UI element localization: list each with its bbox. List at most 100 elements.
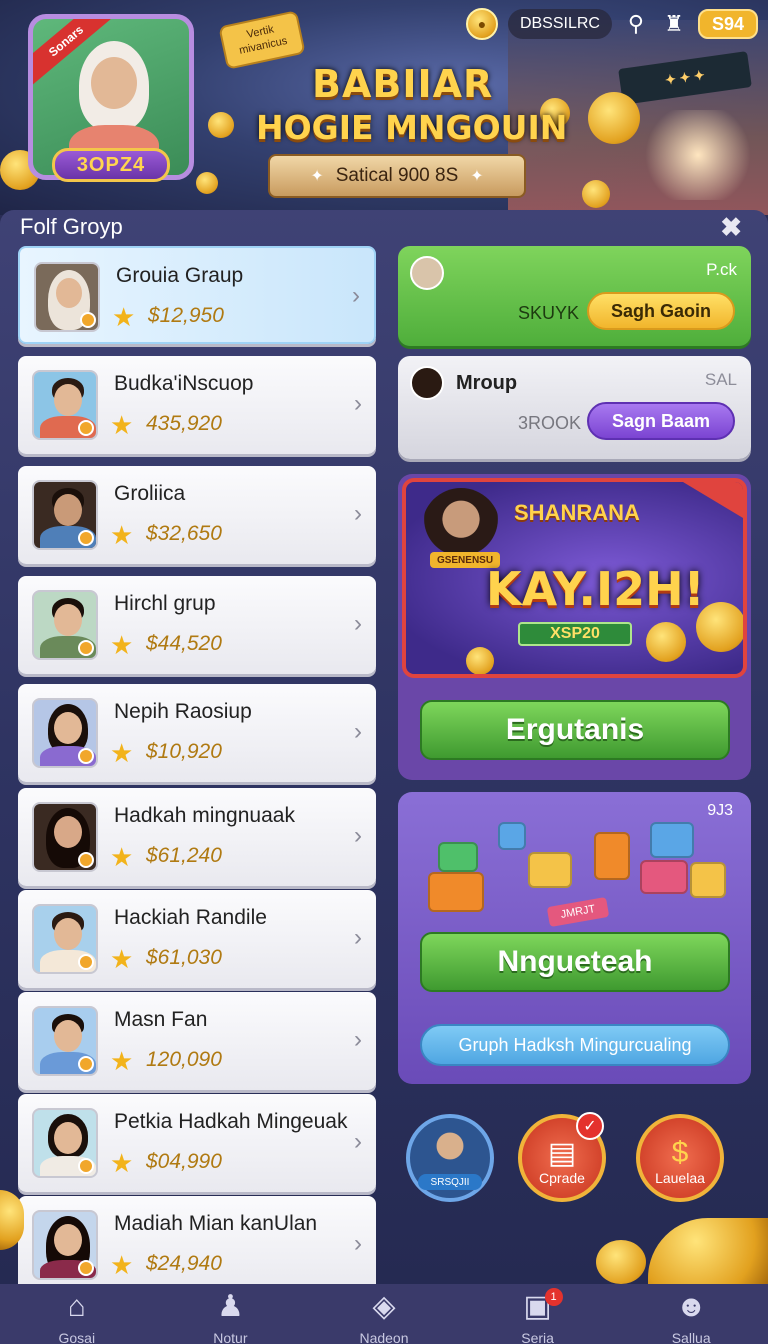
trophy-icon[interactable]: ♜ (660, 10, 688, 38)
coin-decoration (646, 622, 686, 662)
nav-item-seria[interactable]: ▣ 1 Seria (483, 1288, 593, 1344)
lauelaa-circle-button[interactable]: $ Lauelaa (636, 1114, 724, 1202)
group-avatar (32, 904, 98, 974)
sagh-gaoin-button[interactable]: Sagh Gaoin (587, 292, 735, 330)
star-icon: ★ (110, 738, 134, 768)
close-icon[interactable]: ✖ (720, 212, 742, 243)
avatar (410, 366, 444, 400)
group-row[interactable]: Hackiah Randile ★ $61,030 › (18, 890, 376, 988)
group-amount: $61,030 (146, 946, 222, 969)
search-icon[interactable]: ⚲ (622, 10, 650, 38)
chevron-right-icon: › (354, 610, 362, 637)
home-icon: ⌂ (67, 1290, 86, 1323)
group-amount: $32,650 (146, 522, 222, 545)
card-sub-label: 3ROOK (518, 413, 582, 433)
group-amount: $44,520 (146, 632, 222, 655)
circle-label: Cprade (539, 1170, 585, 1186)
group-avatar (32, 590, 98, 660)
group-amount: $04,990 (146, 1150, 222, 1173)
promo-art[interactable]: GSENENSU SHANRANA KAY.I2H! XSP20 (402, 478, 747, 678)
group-amount: $12,950 (148, 304, 224, 327)
star-icon: ★ (110, 1046, 134, 1076)
group-amount: $24,940 (146, 1252, 222, 1275)
tag-note: Vertik mivanicus (218, 10, 306, 70)
star-icon: ★ (110, 944, 134, 974)
coin-icon[interactable]: ● (465, 8, 498, 40)
coin-decoration (696, 602, 743, 652)
puzzle-block-label: JMRJT (546, 896, 610, 928)
star-icon: ★ (110, 1250, 134, 1280)
group-row[interactable]: Hirchl grup ★ $44,520 › (18, 576, 376, 674)
group-avatar (32, 698, 98, 768)
star-icon: ★ (110, 842, 134, 872)
title-banner: ✦ Satical 900 8S ✦ (268, 154, 526, 198)
circle-label: SRSQJII (418, 1174, 482, 1190)
group-name: Hirchl grup (114, 592, 216, 615)
promo-big-text: KAY.I2H! (486, 562, 705, 616)
notification-badge: 1 (544, 1288, 563, 1306)
group-name: Masn Fan (114, 1008, 208, 1031)
group-name: Madiah Mian kanUlan (114, 1212, 318, 1235)
chevron-right-icon: › (354, 500, 362, 527)
group-avatar (32, 370, 98, 440)
coin-decoration (196, 172, 218, 194)
coin-decoration (648, 1218, 768, 1284)
group-row[interactable]: Budka'iNscuop ★ 435,920 › (18, 356, 376, 454)
grey-offer-card[interactable]: Mroup SAL 3ROOK Sagn Baam (398, 356, 751, 459)
chart-icon: ▣ (523, 1290, 552, 1323)
group-row[interactable]: Madiah Mian kanUlan ★ $24,940 › (18, 1196, 376, 1294)
green-offer-card[interactable]: P.ck SKUYK Sagh Gaoin (398, 246, 751, 346)
sparkle-icon: ✦ (470, 168, 484, 185)
group-row[interactable]: Nepih Raosiup ★ $10,920 › (18, 684, 376, 782)
banner-text: Satical 900 8S (335, 165, 459, 186)
bottom-nav: ⌂ Gosai ♟ Notur ◈ Nadeon ▣ 1 Seria ☻ Sal… (0, 1284, 768, 1344)
chevron-right-icon: › (352, 282, 360, 309)
promo-code: XSP20 (518, 622, 632, 646)
card-name: Mroup (456, 372, 518, 394)
coin-icon: $ (671, 1136, 689, 1169)
group-row[interactable]: Grouia Graup ★ $12,950 › (18, 246, 376, 344)
nngueteah-button[interactable]: Nngueteah (420, 932, 730, 992)
coin-decoration (466, 647, 494, 674)
card-sub-label: SKUYK (518, 303, 580, 323)
group-row[interactable]: Masn Fan ★ 120,090 › (18, 992, 376, 1090)
group-name: Hackiah Randile (114, 906, 267, 929)
nav-label: Sallua (671, 1330, 711, 1344)
chevron-right-icon: › (354, 1230, 362, 1257)
ergutanis-button[interactable]: Ergutanis (420, 700, 730, 760)
sparkle-icon: ✦ (310, 168, 324, 185)
nav-item-nadeon[interactable]: ◈ Nadeon (329, 1290, 439, 1344)
chevron-right-icon: › (354, 1026, 362, 1053)
game-title-line2: HOGIE MNGOUIN (256, 108, 568, 147)
star-icon: ★ (110, 630, 134, 660)
puzzle-card: 9J3 JMRJT Nngueteah Gruph Hadksh Mingurc… (398, 792, 751, 1084)
cprade-circle-button[interactable]: ▤ Cprade ✓ (518, 1112, 606, 1202)
card-corner-label: SAL (704, 370, 737, 389)
star-icon: ★ (110, 1148, 134, 1178)
top-bar: ● DBSSILRC ⚲ ♜ S94 (465, 6, 758, 42)
group-name: Nepih Raosiup (114, 700, 252, 723)
chevron-right-icon: › (354, 718, 362, 745)
group-avatar (32, 1108, 98, 1178)
group-avatar (34, 262, 100, 332)
star-icon: ★ (112, 302, 136, 332)
star-icon: ★ (110, 410, 134, 440)
user-icon: ♟ (216, 1290, 244, 1323)
group-row[interactable]: Petkia Hadkah Mingeuak ★ $04,990 › (18, 1094, 376, 1192)
nav-item-sallua[interactable]: ☻ Sallua (636, 1290, 746, 1344)
group-row[interactable]: Groliica ★ $32,650 › (18, 466, 376, 564)
profile-circle-button[interactable]: SRSQJII (406, 1114, 494, 1202)
gold-balance[interactable]: S94 (697, 9, 758, 39)
sagn-baam-button[interactable]: Sagn Baam (587, 402, 735, 440)
star-icon: ★ (110, 520, 134, 550)
nav-item-notur[interactable]: ♟ Notur (175, 1290, 285, 1344)
group-row[interactable]: Hadkah mingnuaak ★ $61,240 › (18, 788, 376, 886)
avatar (410, 256, 444, 290)
nav-label: Seria (521, 1330, 554, 1344)
promo-card: GSENENSU SHANRANA KAY.I2H! XSP20 Ergutan… (398, 474, 751, 780)
coin-decoration (596, 1240, 646, 1284)
puzzle-blocks-art: JMRJT (428, 812, 728, 932)
group-amount: $10,920 (146, 740, 222, 763)
nav-item-gosai[interactable]: ⌂ Gosai (22, 1290, 132, 1344)
group-mingurcualing-button[interactable]: Gruph Hadksh Mingurcualing (420, 1024, 730, 1066)
